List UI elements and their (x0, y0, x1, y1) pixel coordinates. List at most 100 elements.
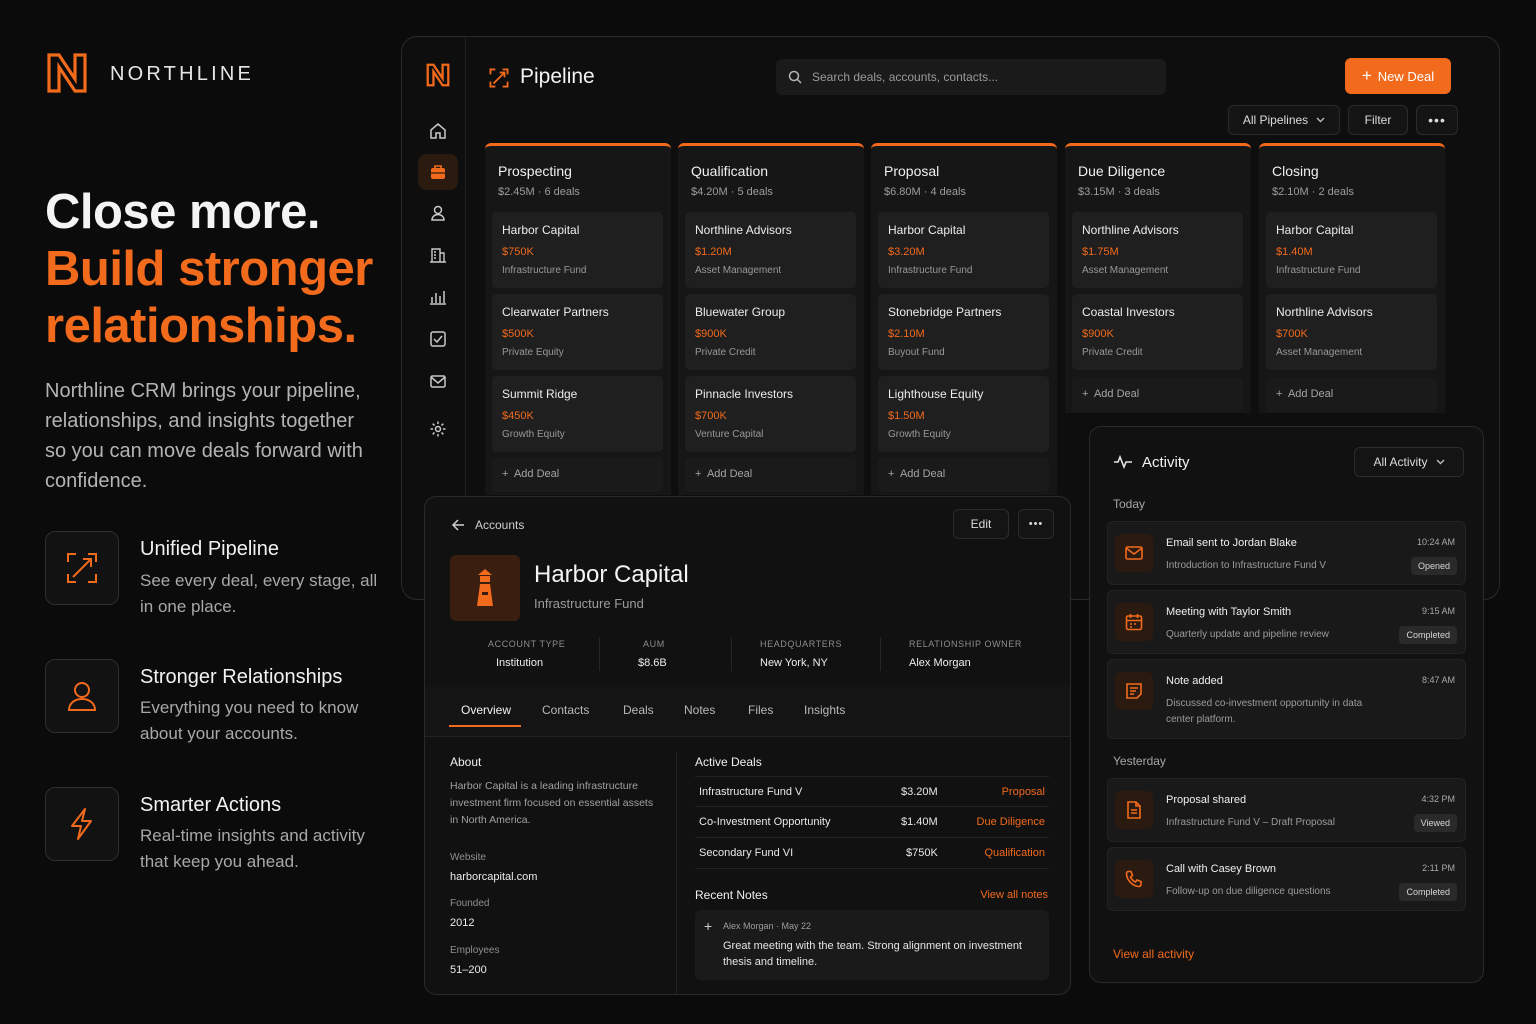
table-row[interactable]: Secondary Fund VI $750K Qualification (695, 838, 1049, 869)
account-subtitle: Infrastructure Fund (534, 596, 644, 611)
feature-title: Stronger Relationships (140, 666, 343, 688)
more-options-button[interactable]: ••• (1416, 105, 1458, 135)
website-link[interactable]: harborcapital.com (450, 871, 537, 883)
edit-button[interactable]: Edit (953, 509, 1009, 539)
home-icon[interactable] (418, 113, 458, 149)
tab-contacts[interactable]: Contacts (542, 703, 589, 717)
feature-title: Unified Pipeline (140, 538, 279, 560)
note-card[interactable]: + Alex Morgan · May 22 Great meeting wit… (695, 910, 1049, 980)
activity-item-sub: Infrastructure Fund V – Draft Proposal (1166, 817, 1335, 828)
add-deal-button[interactable]: + Add Deal (685, 458, 856, 492)
filter-label: Filter (1364, 113, 1392, 127)
hero-description: Northline CRM brings your pipeline, rela… (45, 380, 363, 492)
deal-card[interactable]: Pinnacle Investors $700K Venture Capital (685, 376, 856, 452)
back-arrow-icon[interactable] (451, 518, 465, 532)
settings-gear-icon[interactable] (418, 411, 458, 447)
plus-icon: + (1361, 66, 1372, 85)
deal-card[interactable]: Stonebridge Partners $2.10M Buyout Fund (878, 294, 1049, 370)
deal-amount: $1.40M (1276, 246, 1313, 258)
user-icon (45, 659, 119, 733)
deal-card[interactable]: Coastal Investors $900K Private Credit (1072, 294, 1243, 370)
feature-desc: See every deal, every stage, all in one … (140, 571, 378, 616)
stat-label: ACCOUNT TYPE (488, 639, 566, 649)
contacts-icon[interactable] (418, 195, 458, 231)
add-deal-button[interactable]: + Add Deal (492, 458, 663, 492)
account-panel: Accounts Edit ••• Harbor Capital Infrast… (424, 496, 1071, 995)
activity-item[interactable]: Note added Discussed co-investment oppor… (1107, 659, 1466, 739)
deal-card[interactable]: Harbor Capital $750K Infrastructure Fund (492, 212, 663, 288)
stage-column-proposal: Proposal $6.80M · 4 deals Harbor Capital… (871, 143, 1057, 495)
add-deal-button[interactable]: + Add Deal (1266, 378, 1437, 412)
deal-card[interactable]: Northline Advisors $1.75M Asset Management (1072, 212, 1243, 288)
tab-insights[interactable]: Insights (804, 703, 845, 717)
briefcase-icon[interactable] (418, 154, 458, 190)
table-row[interactable]: Infrastructure Fund V $3.20M Proposal (695, 776, 1049, 807)
yesterday-label: Yesterday (1113, 754, 1166, 768)
deal-card[interactable]: Harbor Capital $1.40M Infrastructure Fund (1266, 212, 1437, 288)
chart-icon[interactable] (418, 279, 458, 315)
activity-item[interactable]: Meeting with Taylor Smith Quarterly upda… (1107, 590, 1466, 654)
phone-icon (1115, 860, 1153, 898)
deal-card[interactable]: Summit Ridge $450K Growth Equity (492, 376, 663, 452)
stat-label: RELATIONSHIP OWNER (909, 639, 1022, 649)
feature-stronger-relationships (45, 659, 119, 733)
breadcrumb-accounts[interactable]: Accounts (475, 518, 524, 532)
status-badge: Opened (1410, 557, 1457, 575)
note-date: May 22 (781, 921, 812, 931)
pipeline-icon (488, 67, 510, 89)
deal-card[interactable]: Clearwater Partners $500K Private Equity (492, 294, 663, 370)
activity-item[interactable]: Proposal shared Infrastructure Fund V – … (1107, 778, 1466, 842)
calendar-icon (1115, 603, 1153, 641)
tasks-icon[interactable] (418, 321, 458, 357)
stage-name: Prospecting (498, 163, 572, 179)
filter-button[interactable]: Filter (1348, 105, 1408, 135)
deal-name: Stonebridge Partners (888, 305, 1002, 319)
tab-deals[interactable]: Deals (623, 703, 654, 717)
deal-type: Infrastructure Fund (1276, 265, 1361, 276)
deal-card[interactable]: Northline Advisors $1.20M Asset Management (685, 212, 856, 288)
all-pipelines-label: All Pipelines (1242, 113, 1309, 127)
tab-notes[interactable]: Notes (684, 703, 715, 717)
activity-item[interactable]: Email sent to Jordan Blake Introduction … (1107, 521, 1466, 585)
activity-item-title: Proposal shared (1166, 794, 1247, 806)
activity-item-title: Meeting with Taylor Smith (1166, 606, 1292, 618)
note-author: Alex Morgan (723, 921, 774, 931)
mail-icon[interactable] (418, 363, 458, 399)
view-all-notes-link[interactable]: View all notes (980, 889, 1048, 901)
deal-name: Co-Investment Opportunity (699, 816, 831, 828)
deal-card[interactable]: Northline Advisors $700K Asset Management (1266, 294, 1437, 370)
note-icon (1115, 672, 1153, 710)
tab-overview[interactable]: Overview (461, 703, 511, 717)
deal-type: Private Credit (695, 347, 756, 358)
northline-logo-icon[interactable] (418, 57, 458, 93)
activity-item[interactable]: Call with Casey Brown Follow-up on due d… (1107, 847, 1466, 911)
search-input[interactable]: Search deals, accounts, contacts... (776, 59, 1166, 95)
deal-amount: $2.10M (888, 328, 925, 340)
all-pipelines-select[interactable]: All Pipelines (1228, 105, 1340, 135)
table-row[interactable]: Co-Investment Opportunity $1.40M Due Dilig… (695, 807, 1049, 838)
activity-title: Activity (1142, 454, 1190, 471)
deal-stage: Due Diligence (976, 816, 1045, 828)
deal-card[interactable]: Lighthouse Equity $1.50M Growth Equity (878, 376, 1049, 452)
add-deal-button[interactable]: + Add Deal (1072, 378, 1243, 412)
view-all-activity-link[interactable]: View all activity (1113, 947, 1194, 961)
more-options-button[interactable]: ••• (1018, 509, 1054, 539)
add-deal-button[interactable]: + Add Deal (878, 458, 1049, 492)
about-text: Harbor Capital is a leading infrastructu… (450, 780, 654, 826)
new-deal-button[interactable]: + New Deal (1345, 58, 1451, 94)
more-dots-icon: ••• (1428, 112, 1446, 128)
employees-label: Employees (450, 945, 500, 956)
more-dots-icon: ••• (1028, 518, 1044, 530)
deal-amount: $1.20M (695, 246, 732, 258)
building-icon[interactable] (418, 237, 458, 273)
recent-notes-title: Recent Notes (695, 888, 768, 902)
deal-amount: $3.20M (888, 246, 925, 258)
chevron-down-icon (1436, 459, 1445, 465)
deal-card[interactable]: Harbor Capital $3.20M Infrastructure Fund (878, 212, 1049, 288)
activity-filter-select[interactable]: All Activity (1354, 447, 1464, 477)
tab-files[interactable]: Files (748, 703, 773, 717)
status-badge: Viewed (1413, 814, 1457, 832)
deal-card[interactable]: Bluewater Group $900K Private Credit (685, 294, 856, 370)
deal-name: Infrastructure Fund V (699, 786, 803, 798)
add-deal-label: Add Deal (899, 468, 946, 480)
